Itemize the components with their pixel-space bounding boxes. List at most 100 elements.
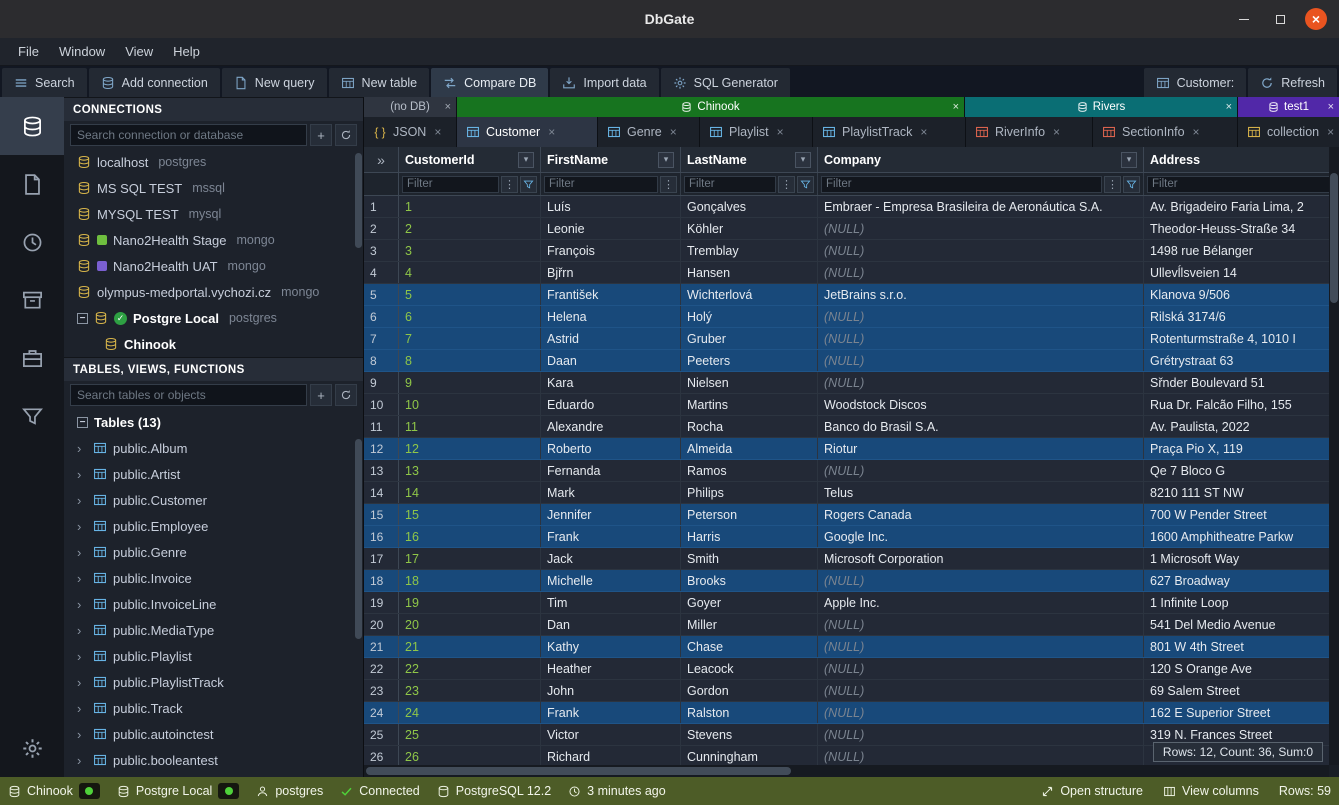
table-item-public-album[interactable]: ›public.Album [64, 435, 363, 461]
cell-company[interactable]: (NULL) [818, 240, 1144, 261]
row-number[interactable]: 6 [364, 306, 399, 327]
connection-item-nano2health-stage[interactable]: Nano2Health Stagemongo [64, 227, 363, 253]
column-header-customerid[interactable]: CustomerId▾ [399, 147, 541, 172]
grid-vertical-scrollbar-thumb[interactable] [1330, 173, 1338, 303]
table-item-public-invoiceline[interactable]: ›public.InvoiceLine [64, 591, 363, 617]
cell-company[interactable]: (NULL) [818, 372, 1144, 393]
cell-lastname[interactable]: Holý [681, 306, 818, 327]
table-item-public-employee[interactable]: ›public.Employee [64, 513, 363, 539]
cell-company[interactable]: (NULL) [818, 614, 1144, 635]
cell-company[interactable]: Banco do Brasil S.A. [818, 416, 1144, 437]
tab-playlist[interactable]: Playlist× [700, 117, 812, 147]
cell-address[interactable]: 8210 111 ST NW [1144, 482, 1329, 503]
cell-lastname[interactable]: Cunningham [681, 746, 818, 765]
collapse-toggle[interactable]: − [77, 313, 88, 324]
cell-firstname[interactable]: Richard [541, 746, 681, 765]
toolbar-button-new-table[interactable]: New table [329, 68, 430, 97]
status-3-minutes-ago[interactable]: 3 minutes ago [568, 784, 666, 798]
cell-company[interactable]: (NULL) [818, 636, 1144, 657]
cell-customerid[interactable]: 17 [399, 548, 541, 569]
objects-scrollbar-thumb[interactable] [355, 439, 362, 639]
cell-customerid[interactable]: 24 [399, 702, 541, 723]
cell-lastname[interactable]: Philips [681, 482, 818, 503]
column-header-company[interactable]: Company▾ [818, 147, 1144, 172]
row-number[interactable]: 26 [364, 746, 399, 765]
close-icon[interactable]: × [920, 125, 927, 139]
column-menu-button[interactable]: ▾ [658, 152, 674, 168]
cell-address[interactable]: 541 Del Medio Avenue [1144, 614, 1329, 635]
cell-address[interactable]: Rilská 3174/6 [1144, 306, 1329, 327]
cell-customerid[interactable]: 11 [399, 416, 541, 437]
grid-row[interactable]: 1010EduardoMartinsWoodstock DiscosRua Dr… [364, 394, 1329, 416]
cell-company[interactable]: (NULL) [818, 262, 1144, 283]
connections-refresh-button[interactable] [335, 124, 357, 146]
row-number[interactable]: 3 [364, 240, 399, 261]
connections-scrollbar-thumb[interactable] [355, 153, 362, 248]
grid-expand-all-button[interactable]: » [364, 147, 399, 172]
activity-plugins[interactable] [0, 329, 64, 387]
cell-customerid[interactable]: 12 [399, 438, 541, 459]
close-icon[interactable]: × [1053, 125, 1060, 139]
close-icon[interactable]: × [445, 101, 451, 113]
cell-address[interactable]: Qe 7 Bloco G [1144, 460, 1329, 481]
cell-address[interactable]: 69 Salem Street [1144, 680, 1329, 701]
status-chinook[interactable]: Chinook [8, 783, 100, 799]
cell-firstname[interactable]: Mark [541, 482, 681, 503]
grid-row[interactable]: 1818MichelleBrooks(NULL)627 Broadway [364, 570, 1329, 592]
cell-address[interactable]: 120 S Orange Ave [1144, 658, 1329, 679]
row-number[interactable]: 11 [364, 416, 399, 437]
close-icon[interactable]: × [777, 125, 784, 139]
table-item-public-customer[interactable]: ›public.Customer [64, 487, 363, 513]
column-header-firstname[interactable]: FirstName▾ [541, 147, 681, 172]
db-group-tab-test1[interactable]: test1× [1238, 97, 1339, 117]
row-number[interactable]: 22 [364, 658, 399, 679]
grid-row[interactable]: 77AstridGruber(NULL)Rotenturmstraße 4, 1… [364, 328, 1329, 350]
cell-company[interactable]: (NULL) [818, 724, 1144, 745]
row-number[interactable]: 12 [364, 438, 399, 459]
cell-lastname[interactable]: Rocha [681, 416, 818, 437]
tab-json[interactable]: { }JSON× [364, 117, 456, 147]
menu-help[interactable]: Help [163, 38, 210, 65]
add-object-small-button[interactable]: + [310, 384, 332, 406]
status-postgre-local[interactable]: Postgre Local [117, 783, 239, 799]
objects-search-input[interactable] [70, 384, 307, 406]
add-connection-small-button[interactable]: + [310, 124, 332, 146]
table-item-public-track[interactable]: ›public.Track [64, 695, 363, 721]
cell-address[interactable]: 1498 rue Bélanger [1144, 240, 1329, 261]
cell-address[interactable]: Grétrystraat 63 [1144, 350, 1329, 371]
tab-sectioninfo[interactable]: SectionInfo× [1093, 117, 1237, 147]
row-number[interactable]: 21 [364, 636, 399, 657]
maximize-button[interactable] [1269, 8, 1291, 30]
cell-customerid[interactable]: 6 [399, 306, 541, 327]
minimize-button[interactable] [1233, 8, 1255, 30]
cell-company[interactable]: Apple Inc. [818, 592, 1144, 613]
cell-firstname[interactable]: František [541, 284, 681, 305]
close-icon[interactable]: × [953, 101, 959, 113]
cell-company[interactable]: Google Inc. [818, 526, 1144, 547]
cell-customerid[interactable]: 18 [399, 570, 541, 591]
cell-company[interactable]: (NULL) [818, 746, 1144, 765]
grid-row[interactable]: 1313FernandaRamos(NULL)Qe 7 Bloco G [364, 460, 1329, 482]
cell-lastname[interactable]: Hansen [681, 262, 818, 283]
cell-firstname[interactable]: Eduardo [541, 394, 681, 415]
objects-refresh-button[interactable] [335, 384, 357, 406]
activity-files[interactable] [0, 155, 64, 213]
table-item-public-booleantest[interactable]: ›public.booleantest [64, 747, 363, 773]
cell-firstname[interactable]: John [541, 680, 681, 701]
cell-address[interactable]: Praça Pio X, 119 [1144, 438, 1329, 459]
cell-address[interactable]: 627 Broadway [1144, 570, 1329, 591]
connection-item-olympus-medportal-vychozi-cz[interactable]: olympus-medportal.vychozi.czmongo [64, 279, 363, 305]
status-postgres[interactable]: postgres [256, 784, 323, 798]
toolbar-button-import-data[interactable]: Import data [550, 68, 658, 97]
cell-customerid[interactable]: 16 [399, 526, 541, 547]
cell-lastname[interactable]: Smith [681, 548, 818, 569]
table-item-public-playlist[interactable]: ›public.Playlist [64, 643, 363, 669]
row-number[interactable]: 14 [364, 482, 399, 503]
cell-customerid[interactable]: 2 [399, 218, 541, 239]
cell-firstname[interactable]: Frank [541, 526, 681, 547]
cell-lastname[interactable]: Köhler [681, 218, 818, 239]
connections-search-input[interactable] [70, 124, 307, 146]
cell-lastname[interactable]: Almeida [681, 438, 818, 459]
cell-address[interactable]: Ullevĺlsveien 14 [1144, 262, 1329, 283]
cell-firstname[interactable]: Luís [541, 196, 681, 217]
